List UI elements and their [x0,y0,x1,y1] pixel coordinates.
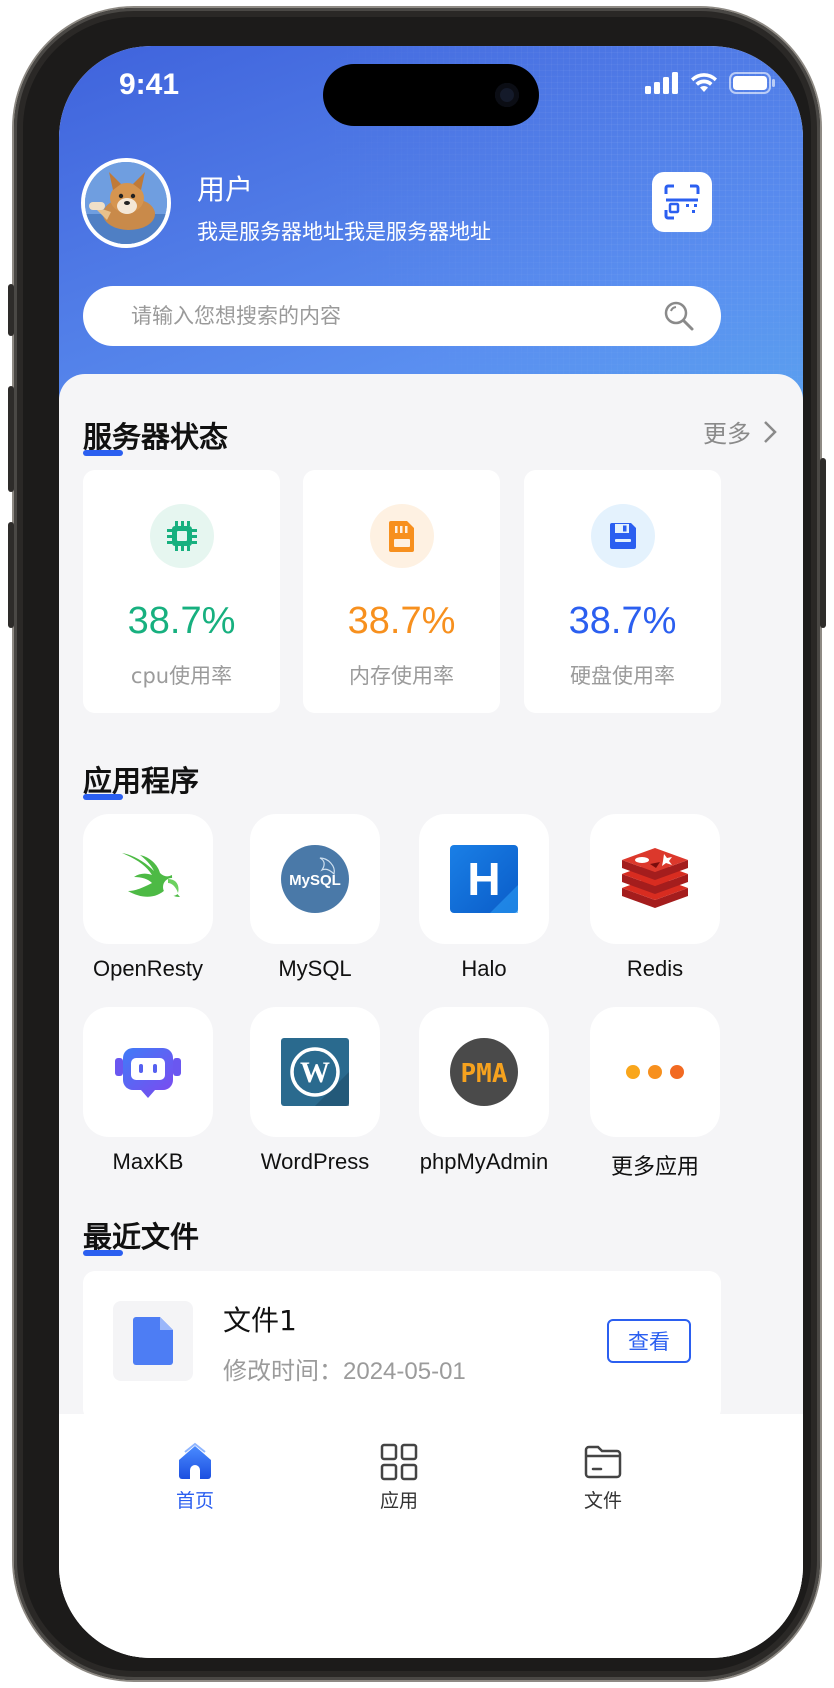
document-icon [133,1317,173,1365]
search-input[interactable] [131,286,631,346]
search-bar[interactable] [83,286,721,346]
memory-icon-wrap [370,504,434,568]
tab-files-label: 文件 [583,1490,622,1512]
home-icon [179,1442,211,1479]
app-label-halo: Halo [461,956,507,981]
volume-up-button [8,386,14,492]
chevron-right-icon [764,420,777,443]
status-icons [645,72,775,94]
redis-icon [622,848,688,908]
tab-home-label: 首页 [175,1490,214,1512]
title-underline [83,794,123,800]
scan-button[interactable] [652,172,712,232]
cpu-usage-label: cpu使用率 [130,664,233,688]
disk-icon-wrap [591,504,655,568]
wifi-icon [691,73,717,92]
pma-logo-text: PMA [461,1059,508,1089]
app-label-phpmyadmin: phpMyAdmin [419,1149,549,1174]
tab-apps[interactable]: 应用 [339,1442,459,1513]
cpu-usage-value: 38.7% [127,600,236,642]
app-tile-wordpress[interactable]: W [250,1007,380,1137]
file-name: 文件1 [223,1304,297,1337]
phone-frame: 9:41 用户 我是服务器地址我是服务器地址 请输入您想搜索的内容 服务器状态 … [8,8,826,1680]
file-card[interactable]: 文件1 修改时间：2024-05-01 查看 [83,1271,721,1421]
mysql-icon: MySQL [281,845,349,913]
openresty-icon [122,853,181,897]
memory-stat-card[interactable]: 38.7% 内存使用率 [303,470,500,713]
silent-switch [8,284,14,336]
wordpress-logo-text: W [300,1056,330,1089]
more-link[interactable]: 更多 [703,414,777,449]
server-status-title-text: 服务器状态 [83,420,229,454]
disk-stat-card[interactable]: 38.7% 硬盘使用率 [524,470,721,713]
camera-icon [495,83,519,107]
memory-usage-value: 38.7% [347,600,456,642]
bottom-tab-bar: 首页 应用 文件 [59,1414,803,1658]
app-label-mysql: MySQL [278,956,352,981]
apps-title-text: 应用程序 [83,764,200,798]
avatar[interactable] [81,158,171,248]
app-tile-mysql[interactable]: MySQL [250,814,380,944]
recent-files-title-text: 最近文件 [83,1220,200,1254]
cpu-icon [167,521,197,551]
app-tile-phpmyadmin[interactable]: PMA [419,1007,549,1137]
server-status-title: 服务器状态 [83,414,228,456]
app-tile-openresty[interactable] [83,814,213,944]
server-address: 我是服务器地址我是服务器地址 [197,220,491,244]
cpu-stat-card[interactable]: 38.7% cpu使用率 [83,470,280,713]
memory-usage-label: 内存使用率 [349,664,454,688]
file-thumb [113,1301,193,1381]
apps-grid-icon [380,1443,418,1481]
status-time: 9:41 [119,68,180,101]
disk-save-icon [610,523,636,549]
tab-files[interactable]: 文件 [543,1442,663,1513]
wordpress-icon: W [281,1038,349,1106]
user-name: 用户 [197,173,254,206]
halo-logo-text: H [467,853,500,905]
cpu-icon-wrap [150,504,214,568]
tab-apps-label: 应用 [379,1490,418,1512]
disk-usage-label: 硬盘使用率 [570,664,675,688]
search-icon[interactable] [663,300,695,332]
phpmyadmin-icon: PMA [450,1038,518,1106]
memory-card-icon [389,521,414,552]
recent-files-title: 最近文件 [83,1214,199,1256]
maxkb-icon [115,1048,181,1098]
volume-down-button [8,522,14,628]
app-label-more-apps: 更多应用 [610,1154,699,1179]
dynamic-island [323,64,539,126]
mysql-logo-text: MySQL [289,872,341,889]
halo-icon: H [450,845,518,913]
more-label: 更多 [703,420,751,448]
app-tile-halo[interactable]: H [419,814,549,944]
apps-title: 应用程序 [83,758,199,800]
tab-home[interactable]: 首页 [135,1442,255,1513]
scan-icon [664,184,700,220]
folder-icon [584,1445,622,1479]
app-label-redis: Redis [626,956,684,981]
power-button [820,458,826,628]
app-tile-redis[interactable] [590,814,720,944]
title-underline [83,450,123,456]
screen: 9:41 用户 我是服务器地址我是服务器地址 请输入您想搜索的内容 服务器状态 … [59,46,803,1658]
disk-usage-value: 38.7% [568,600,677,642]
title-underline [83,1250,123,1256]
view-file-button[interactable]: 查看 [607,1319,691,1363]
corgi-avatar-image [85,162,167,244]
app-tile-maxkb[interactable] [83,1007,213,1137]
more-dots-icon [626,1065,684,1079]
battery-icon [729,72,775,94]
app-tile-more-apps[interactable] [590,1007,720,1137]
app-label-maxkb: MaxKB [112,1149,184,1174]
app-label-wordpress: WordPress [260,1149,370,1174]
app-label-openresty: OpenResty [92,956,204,981]
signal-icon [645,72,678,94]
file-modified-time: 修改时间：2024-05-01 [223,1358,466,1385]
